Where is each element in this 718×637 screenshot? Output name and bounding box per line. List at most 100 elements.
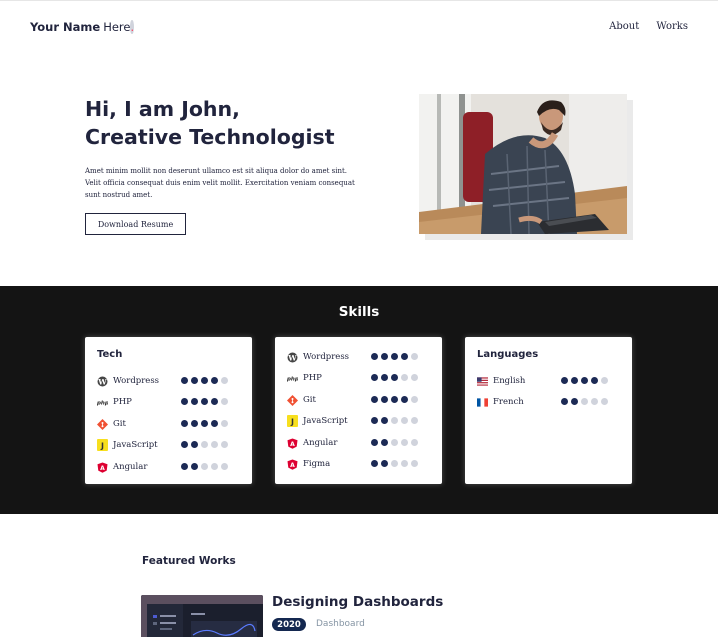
skill-dot-filled [191, 463, 198, 470]
skill-dot-filled [571, 377, 578, 384]
nav-works-link[interactable]: Works [656, 21, 688, 32]
svg-text:A: A [100, 465, 105, 472]
skill-name: English [493, 376, 526, 386]
skill-dot-empty [221, 420, 228, 427]
skill-level [181, 398, 228, 405]
nav-about-link[interactable]: About [609, 21, 639, 32]
brand-logo[interactable]: Your Name Here. [30, 20, 135, 34]
svg-text:php: php [97, 400, 108, 406]
skill-level [561, 377, 608, 384]
skill-dot-filled [371, 417, 378, 424]
svg-text:W: W [287, 353, 297, 362]
hero-title-line-2: Creative Technologist [85, 125, 335, 149]
skill-dot-filled [371, 353, 378, 360]
skill-dot-filled [181, 420, 188, 427]
skill-dot-filled [381, 396, 388, 403]
angular-icon: A [97, 462, 108, 473]
skill-dot-empty [401, 417, 408, 424]
card-title: Languages [477, 349, 539, 360]
skill-dot-filled [571, 398, 578, 405]
svg-text:W: W [97, 377, 107, 386]
skill-dot-filled [391, 396, 398, 403]
skill-level [371, 417, 418, 424]
skill-dot-filled [381, 374, 388, 381]
skill-dot-empty [411, 417, 418, 424]
skill-dot-empty [221, 463, 228, 470]
skill-dot-empty [391, 417, 398, 424]
skill-dot-filled [371, 439, 378, 446]
skill-name: JavaScript [113, 440, 158, 450]
skill-level [371, 439, 418, 446]
skill-dot-empty [391, 460, 398, 467]
skill-dot-empty [411, 439, 418, 446]
skill-level [181, 420, 228, 427]
skill-dot-filled [371, 374, 378, 381]
skill-name: PHP [113, 397, 132, 407]
skill-dot-filled [391, 353, 398, 360]
skill-dot-empty [401, 439, 408, 446]
skill-name: Angular [113, 462, 148, 472]
svg-text:J: J [100, 442, 104, 451]
skill-level [181, 463, 228, 470]
git-icon [97, 418, 108, 430]
work-thumbnail[interactable] [141, 595, 263, 637]
skill-dot-empty [211, 463, 218, 470]
skill-dot-empty [411, 353, 418, 360]
hero-description: Amet minim mollit non deserunt ullamco e… [85, 167, 355, 199]
us-flag-icon [477, 376, 488, 387]
git-icon [287, 394, 298, 406]
skill-dot-filled [191, 398, 198, 405]
skill-dot-empty [411, 460, 418, 467]
skills-card-tech-2: W Wordpress php PHP Git J JavaScript A A… [275, 337, 442, 484]
skill-dot-empty [201, 463, 208, 470]
skill-dot-filled [581, 377, 588, 384]
wordpress-icon: W [287, 352, 298, 363]
skill-level [181, 441, 228, 448]
skill-dot-filled [401, 353, 408, 360]
skill-level [371, 374, 418, 381]
skill-dot-empty [401, 374, 408, 381]
skill-dot-empty [391, 439, 398, 446]
skill-dot-filled [211, 377, 218, 384]
skill-row: A Figma [287, 457, 432, 471]
skill-dot-filled [201, 398, 208, 405]
work-category: Dashboard [316, 619, 365, 629]
skill-dot-filled [561, 377, 568, 384]
work-year-badge: 2020 [272, 618, 306, 631]
skill-level [371, 460, 418, 467]
skill-dot-filled [381, 417, 388, 424]
skill-dot-filled [591, 377, 598, 384]
angular-icon: A [287, 459, 298, 470]
card-title: Tech [97, 349, 123, 360]
skill-dot-empty [581, 398, 588, 405]
skill-row: Git [97, 417, 242, 431]
skill-dot-filled [181, 441, 188, 448]
skill-dot-filled [181, 377, 188, 384]
skill-row: W Wordpress [287, 350, 432, 364]
site-header: Your Name Here. About Works [0, 0, 718, 55]
skill-name: Git [113, 419, 126, 429]
svg-text:J: J [290, 418, 294, 427]
skill-dot-filled [381, 353, 388, 360]
profile-photo [419, 94, 627, 234]
france-flag-icon [477, 397, 488, 408]
skill-dot-filled [211, 398, 218, 405]
skill-dot-filled [371, 460, 378, 467]
svg-text:A: A [290, 462, 295, 469]
svg-text:A: A [290, 441, 295, 448]
skill-dot-filled [191, 420, 198, 427]
javascript-icon: J [287, 415, 298, 427]
work-title[interactable]: Designing Dashboards [272, 594, 443, 610]
skill-dot-filled [191, 377, 198, 384]
skill-dot-filled [371, 396, 378, 403]
featured-works-title: Featured Works [142, 555, 236, 567]
php-icon: php [97, 397, 108, 408]
skills-card-languages: Languages English French [465, 337, 632, 484]
skill-dot-filled [201, 420, 208, 427]
download-resume-button[interactable]: Download Resume [85, 213, 186, 235]
skill-level [561, 398, 608, 405]
skill-level [371, 396, 418, 403]
skill-dot-filled [201, 377, 208, 384]
skill-row: French [477, 395, 622, 409]
skill-row: J JavaScript [287, 414, 432, 428]
